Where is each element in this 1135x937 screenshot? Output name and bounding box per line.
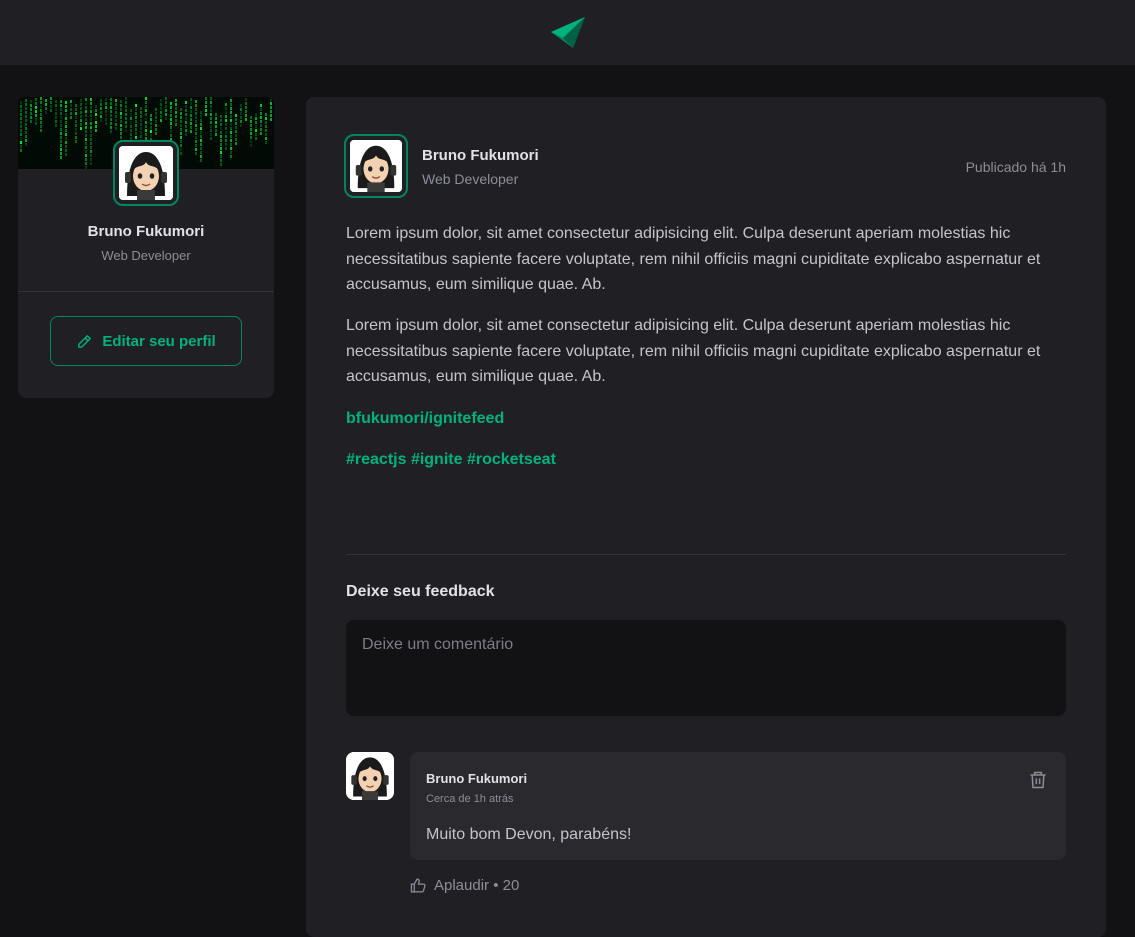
applaud-separator: • (489, 877, 503, 894)
avatar[interactable] (344, 134, 408, 198)
trash-icon (1030, 771, 1046, 789)
comment-box: Bruno Fukumori Cerca de 1h atrás Muito b… (410, 752, 1066, 860)
applaud-count: 20 (502, 877, 520, 894)
avatar (113, 140, 179, 206)
post-card: Bruno Fukumori Web Developer Publicado h… (306, 97, 1106, 937)
post-link[interactable]: bfukumori/ignitefeed (346, 410, 504, 427)
applaud-button[interactable]: Aplaudir • 20 (410, 877, 519, 894)
divider (346, 554, 1066, 555)
divider (18, 291, 274, 292)
comment-input[interactable] (346, 620, 1066, 716)
ignite-logo-icon[interactable] (549, 16, 587, 50)
post-paragraph: Lorem ipsum dolor, sit amet consectetur … (346, 225, 1041, 294)
applaud-label: Aplaudir (434, 877, 490, 894)
post-paragraph: Lorem ipsum dolor, sit amet consectetur … (346, 317, 1041, 386)
feedback-title: Deixe seu feedback (346, 583, 495, 600)
post-published-time: Publicado há 1h (965, 159, 1066, 175)
profile-sidebar: Bruno Fukumori Web Developer Editar seu … (18, 97, 274, 398)
comment-author-name: Bruno Fukumori (426, 771, 528, 786)
post-author-role: Web Developer (422, 171, 519, 187)
delete-comment-button[interactable] (1026, 768, 1050, 792)
edit-profile-button[interactable]: Editar seu perfil (50, 316, 242, 366)
comment-text: Muito bom Devon, parabéns! (426, 826, 632, 843)
thumbs-up-icon (410, 878, 426, 893)
post-author-name: Bruno Fukumori (422, 147, 539, 164)
pencil-icon (78, 334, 92, 348)
app-header (0, 0, 1135, 65)
comment-time: Cerca de 1h atrás (426, 793, 514, 805)
edit-profile-label: Editar seu perfil (102, 332, 216, 350)
profile-name: Bruno Fukumori (87, 223, 205, 240)
post-content: Lorem ipsum dolor, sit amet consectetur … (346, 221, 1066, 488)
post-hashtags[interactable]: #reactjs #ignite #rocketseat (346, 451, 556, 468)
avatar[interactable] (346, 752, 394, 800)
profile-role: Web Developer (101, 248, 191, 263)
